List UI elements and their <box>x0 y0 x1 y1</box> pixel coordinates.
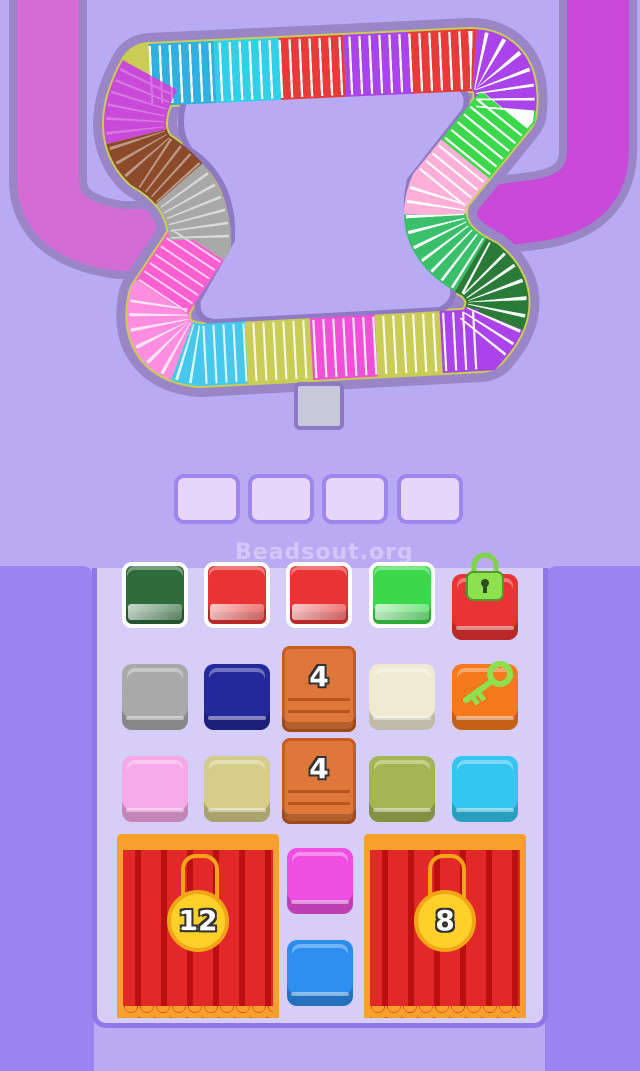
crate-top[interactable]: 4 <box>282 646 356 732</box>
box-orange-key[interactable] <box>452 661 518 730</box>
box-red-1[interactable] <box>204 562 270 628</box>
left-side-panel <box>0 566 94 1071</box>
box-pink[interactable] <box>122 756 188 822</box>
box-cyan[interactable] <box>452 756 518 822</box>
box-red-2[interactable] <box>286 562 352 628</box>
curtain-count-badge: 8 <box>414 890 476 952</box>
box-cream[interactable] <box>369 664 435 730</box>
padlock-icon <box>462 552 508 601</box>
box-green[interactable] <box>369 562 435 628</box>
collection-slot-1 <box>174 474 240 524</box>
curtain-count-badge: 12 <box>167 890 229 952</box>
curtain-right[interactable]: 8 <box>364 834 526 1018</box>
crate-bottom[interactable]: 4 <box>282 738 356 824</box>
box-blue[interactable] <box>287 940 353 1006</box>
crate-count: 4 <box>309 752 329 785</box>
key-icon <box>456 660 516 710</box>
box-olive[interactable] <box>369 756 435 822</box>
bead-conveyor-track <box>8 0 637 430</box>
box-gray[interactable] <box>122 664 188 730</box>
collection-slot-2 <box>248 474 314 524</box>
box-dark-green[interactable] <box>122 562 188 628</box>
curtain-left[interactable]: 12 <box>117 834 279 1018</box>
crate-count: 4 <box>309 660 329 693</box>
box-tan[interactable] <box>204 756 270 822</box>
conveyor-spout <box>294 382 344 430</box>
game-scene: Beadsout.org 4 4 12 8 <box>0 0 640 1071</box>
collection-slot-3 <box>322 474 388 524</box>
box-navy[interactable] <box>204 664 270 730</box>
right-side-panel <box>545 566 640 1071</box>
box-magenta[interactable] <box>287 848 353 914</box>
collection-slot-4 <box>397 474 463 524</box>
box-red-locked[interactable] <box>452 552 518 640</box>
